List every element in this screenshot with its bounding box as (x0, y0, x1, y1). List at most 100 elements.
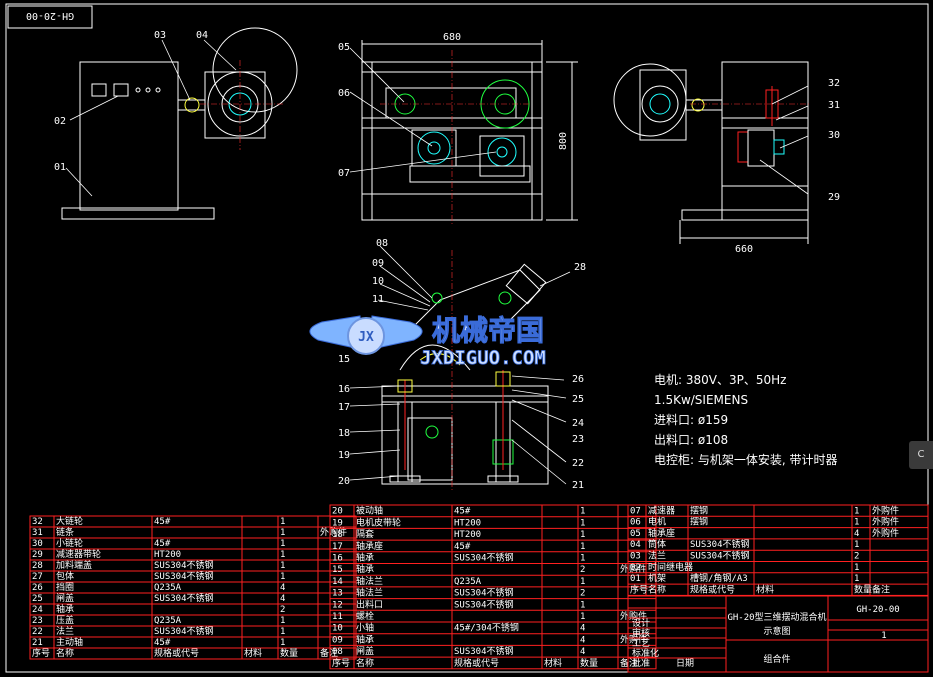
title-assembly: 组合件 (763, 653, 790, 665)
bom-cell: 26 (32, 583, 43, 593)
bom-row: 15 轴承 2 外购件 (332, 563, 647, 575)
bom-cell: HT200 (154, 550, 181, 560)
bom-row: 13 轴法兰 SUS304不锈钢 2 (332, 587, 585, 599)
bom-row: 12 出料口 SUS304不锈钢 1 (332, 598, 585, 610)
bom-cell: 挡圈 (56, 581, 74, 593)
bom-cell: 1 (580, 518, 585, 528)
callout-17: 17 (338, 402, 350, 413)
bom-row: 06 电机 摆钢 1 外购件 (630, 516, 899, 528)
bom-cell: SUS304不锈钢 (454, 598, 514, 610)
bom-row: 11 螺栓 1 外购件 (332, 610, 647, 622)
bom-cell: 1 (280, 638, 285, 648)
callout-22: 22 (572, 458, 584, 469)
bom-cell: 45# (454, 542, 471, 552)
bom-cell: 1 (580, 507, 585, 517)
callout-26: 26 (572, 374, 584, 385)
bom-cell: HT200 (454, 530, 481, 540)
bom-header-cell: 序号 (332, 657, 350, 669)
dimension-front-width: 680 (443, 32, 461, 43)
callout-23: 23 (572, 434, 584, 445)
title-role-review: 审核 (632, 627, 650, 639)
callout-21: 21 (572, 480, 584, 491)
callout-31: 31 (828, 100, 840, 111)
bom-cell: 07 (630, 506, 641, 516)
callout-03: 03 (154, 30, 166, 41)
bom-cell: 45# (154, 517, 171, 527)
bom-cell: 4 (280, 583, 285, 593)
bom-cell: SUS304不锈钢 (154, 559, 214, 571)
callout-30: 30 (828, 130, 840, 141)
callout-19: 19 (338, 450, 350, 461)
bom-cell: 32 (32, 517, 43, 527)
bom-cell: 12 (332, 600, 343, 610)
callout-10: 10 (372, 276, 384, 287)
bom-header-cell: 材料 (544, 657, 562, 669)
callout-15: 15 (338, 354, 350, 365)
bom-cell: SUS304不锈钢 (454, 587, 514, 599)
bom-cell: 1 (854, 518, 859, 528)
callout-01: 01 (54, 162, 66, 173)
bom-cell: 1 (280, 550, 285, 560)
bom-cell: 21 (32, 638, 43, 648)
bom-table-right: 序号 名称 规格或代号 材料 数量 备注07 减速器 摆钢 1 外购件06 电机 摆钢 1 外购件05 轴承… (627, 504, 929, 596)
bom-cell: 2 (580, 589, 585, 599)
bom-cell: 4 (280, 594, 285, 604)
bom-row: 07 减速器 摆钢 1 外购件 (630, 504, 899, 516)
bom-cell: 1 (280, 616, 285, 626)
bom-cell: 24 (32, 605, 43, 615)
bom-cell: 链条 (56, 526, 74, 538)
title-scale-qty: 1 (881, 631, 886, 641)
bom-cell: 23 (32, 616, 43, 626)
bom-cell: 隔套 (356, 528, 374, 540)
bom-cell: 2 (280, 605, 285, 615)
bom-cell: 轴承 (356, 552, 374, 564)
bom-row: 32 大链轮 45# 1 (32, 515, 285, 527)
bom-cell: 法兰 (56, 625, 74, 637)
bom-table-left: 序号 名称 规格或代号 材料 数量 备注32 大链轮 45# 131 链条 1 外购件30 小链轮 45#… (29, 515, 357, 660)
bom-header-cell: 名称 (648, 583, 666, 595)
bom-cell: 1 (280, 517, 285, 527)
bom-cell: 45# (454, 507, 471, 517)
bom-header-cell: 名称 (356, 657, 374, 669)
bom-row: 01 机架 槽钢/角钢/A3 1 (630, 572, 859, 584)
bom-cell: 包体 (56, 570, 74, 582)
bom-cell: 1 (580, 542, 585, 552)
bom-cell: 06 (630, 518, 641, 528)
side-panel-tab[interactable]: C (909, 441, 933, 469)
bom-cell: 时间继电器 (648, 561, 693, 573)
callout-29: 29 (828, 192, 840, 203)
bom-row: 04 筒体 SUS304不锈钢 1 (630, 538, 859, 550)
bom-row: 20 被动轴 45# 1 (332, 505, 585, 517)
bom-row: 30 小链轮 45# 1 (32, 537, 285, 549)
watermark-en: JXDIGUO.COM (420, 347, 546, 369)
title-product: GH-20型三维摆动混合机 (727, 611, 826, 623)
bom-row: 25 闸盖 SUS304不锈钢 4 (32, 592, 285, 604)
bom-cell: 19 (332, 518, 343, 528)
title-drawing-no: GH-20-00 (856, 605, 899, 615)
bom-cell: 45# (154, 539, 171, 549)
bom-cell: 13 (332, 589, 343, 599)
spec-control-cabinet: 电控柜: 与机架一体安装, 带计时器 (654, 452, 838, 467)
bom-cell: 14 (332, 577, 343, 587)
bom-header-cell: 备注 (872, 583, 890, 595)
bom-cell: 45# (154, 638, 171, 648)
bom-cell: 机架 (648, 572, 666, 584)
callout-25: 25 (572, 394, 584, 405)
bom-cell: 摆钢 (690, 504, 708, 516)
bom-row: 05 轴承座 4 外购件 (630, 527, 899, 539)
bom-cell: 01 (630, 574, 641, 584)
bom-row: 02 时间继电器 1 (630, 561, 859, 573)
bom-cell: 闸盖 (56, 592, 74, 604)
bom-cell: SUS304不锈钢 (454, 645, 514, 657)
bom-cell: SUS304不锈钢 (454, 552, 514, 564)
callout-16: 16 (338, 384, 350, 395)
bom-row: 27 包体 SUS304不锈钢 1 (32, 570, 285, 582)
callout-28: 28 (574, 262, 586, 273)
title-role-approve: 批准 (632, 657, 650, 669)
bom-row: 22 法兰 SUS304不锈钢 1 (32, 625, 285, 637)
bom-cell: 25 (32, 594, 43, 604)
bom-cell: 27 (32, 572, 43, 582)
bom-cell: 4 (580, 647, 585, 657)
spec-power: 1.5Kw/SIEMENS (654, 393, 748, 407)
bom-cell: 小链轮 (56, 537, 83, 549)
